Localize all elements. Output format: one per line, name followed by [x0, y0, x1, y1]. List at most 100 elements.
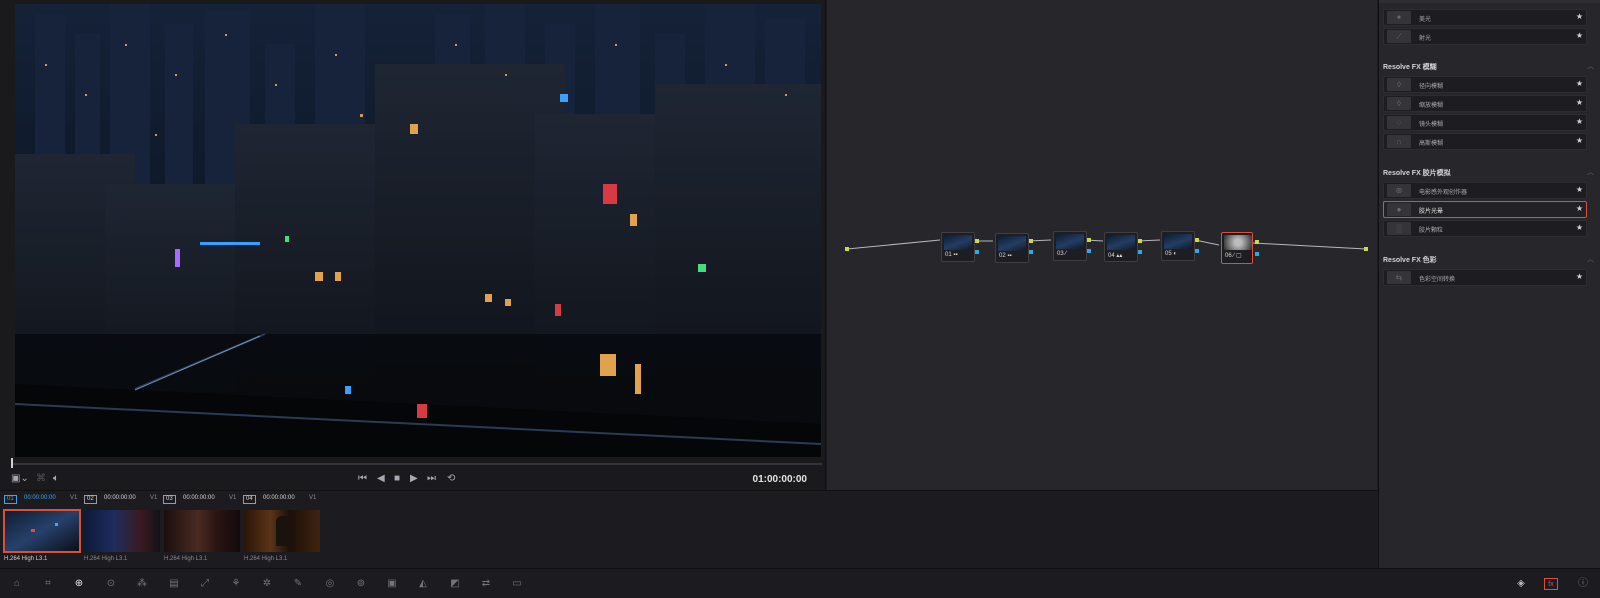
- node-rgb-out-port[interactable]: [1087, 238, 1091, 242]
- stop-icon[interactable]: ■: [394, 474, 400, 484]
- effects-library-icon[interactable]: ◈: [1514, 578, 1528, 590]
- fx-item[interactable]: ⟋ 射光 ★: [1383, 28, 1587, 45]
- favorite-star-icon[interactable]: ★: [1576, 12, 1583, 21]
- eyedropper-icon[interactable]: ✎: [291, 578, 305, 590]
- color-wheels-icon[interactable]: ⊕: [72, 578, 86, 590]
- clip-image: [164, 510, 240, 552]
- clip-codec: H.264 High L3.1: [164, 556, 208, 562]
- clip-image-light: [31, 529, 35, 532]
- collapse-chevron-icon[interactable]: ︿: [1587, 254, 1594, 264]
- play-icon[interactable]: ▶︎: [410, 474, 418, 484]
- graph-input-port[interactable]: [845, 247, 849, 251]
- node-rgb-out-port[interactable]: [1195, 238, 1199, 242]
- window-icon[interactable]: ◎: [323, 578, 337, 590]
- favorite-star-icon[interactable]: ★: [1576, 31, 1583, 40]
- node-key-out-port[interactable]: [1255, 252, 1259, 256]
- viewer-mode-icon[interactable]: ▣⌄: [11, 474, 29, 484]
- clip-track: V1: [229, 495, 237, 501]
- favorite-star-icon[interactable]: ★: [1576, 136, 1583, 145]
- tracker-icon[interactable]: ⊚: [354, 578, 368, 590]
- clip-thumbnail[interactable]: [83, 509, 161, 553]
- fx-item[interactable]: ✦ 美光 ★: [1383, 9, 1587, 26]
- favorite-star-icon[interactable]: ★: [1576, 79, 1583, 88]
- favorite-star-icon[interactable]: ★: [1576, 185, 1583, 194]
- fx-item-selected[interactable]: ● 胶片光晕 ★: [1383, 201, 1587, 218]
- favorite-star-icon[interactable]: ★: [1576, 117, 1583, 126]
- fx-item[interactable]: ⇆ 色彩空间转换 ★: [1383, 269, 1587, 286]
- node-key-out-port[interactable]: [975, 250, 979, 254]
- color-match-icon[interactable]: ⌗: [41, 578, 55, 590]
- node-rgb-out-port[interactable]: [1255, 240, 1259, 244]
- node-rgb-out-port[interactable]: [1138, 239, 1142, 243]
- fx-item[interactable]: ◊ 缩放模糊 ★: [1383, 95, 1587, 112]
- clip-number: 02: [84, 495, 97, 504]
- viewer-image[interactable]: [15, 4, 821, 457]
- fx-item[interactable]: ⊛ 电影感外观创作器 ★: [1383, 182, 1587, 199]
- clip-image: [5, 511, 79, 551]
- node-03[interactable]: 03 ⁄: [1053, 231, 1087, 261]
- go-to-start-icon[interactable]: ⏮︎: [358, 474, 367, 484]
- info-icon[interactable]: ⓘ: [1576, 578, 1590, 590]
- go-to-end-icon[interactable]: ⏭︎: [427, 474, 436, 484]
- clip-track: V1: [70, 495, 78, 501]
- fx-item-label: 缩放模糊: [1419, 103, 1444, 109]
- fx-section-title[interactable]: Resolve FX 模糊: [1383, 62, 1437, 72]
- qualifier-icon[interactable]: ✲: [260, 578, 274, 590]
- playhead[interactable]: [11, 458, 13, 468]
- node-thumbnail: [1056, 234, 1084, 249]
- node-02[interactable]: 02 ▪▪: [995, 233, 1029, 263]
- 3d-icon[interactable]: ▭: [510, 578, 524, 590]
- node-rgb-out-port[interactable]: [1029, 239, 1033, 243]
- fx-item-label: 径向模糊: [1419, 84, 1444, 90]
- favorite-star-icon[interactable]: ★: [1576, 272, 1583, 281]
- fx-item[interactable]: ░ 胶片颗粒 ★: [1383, 220, 1587, 237]
- rgb-mixer-icon[interactable]: ⁂: [135, 578, 149, 590]
- node-key-out-port[interactable]: [1138, 250, 1142, 254]
- collapse-chevron-icon[interactable]: ︿: [1587, 61, 1594, 71]
- node-rgb-out-port[interactable]: [975, 239, 979, 243]
- motion-effects-icon[interactable]: ▤: [167, 578, 181, 590]
- effects-toggle-icon[interactable]: fx: [1544, 578, 1558, 590]
- hdr-wheels-icon[interactable]: ⊙: [104, 578, 118, 590]
- node-01[interactable]: 01 ▪▪: [941, 232, 975, 262]
- sizing-icon[interactable]: ⇄: [479, 578, 493, 590]
- graph-output-port[interactable]: [1364, 247, 1368, 251]
- clip-number: 04: [243, 495, 256, 504]
- volume-icon[interactable]: 🔈︎: [53, 474, 59, 484]
- timeline-scrubber[interactable]: [12, 463, 822, 465]
- node-thumbnail: [1224, 235, 1252, 250]
- link-icon[interactable]: ⌘: [36, 474, 46, 484]
- node-thumbnail: [944, 235, 972, 250]
- node-key-out-port[interactable]: [1195, 249, 1199, 253]
- node-thumbnail: [1107, 235, 1135, 250]
- node-06-selected[interactable]: 06 ⁄ ▢: [1221, 232, 1253, 264]
- favorite-star-icon[interactable]: ★: [1576, 98, 1583, 107]
- node-graph[interactable]: 01 ▪▪ 02 ▪▪ 03 ⁄ 04 ▴▴ 05 ◐ 06 ⁄ ▢: [827, 0, 1377, 490]
- favorite-star-icon[interactable]: ★: [1576, 204, 1583, 213]
- fx-item[interactable]: ◊ 径向模糊 ★: [1383, 76, 1587, 93]
- magic-mask-icon[interactable]: ▣: [385, 578, 399, 590]
- loop-icon[interactable]: ⟲: [447, 474, 455, 484]
- clip-number: 01: [4, 495, 17, 504]
- node-key-out-port[interactable]: [1029, 250, 1033, 254]
- node-key-out-port[interactable]: [1087, 249, 1091, 253]
- fx-section-title[interactable]: Resolve FX 胶片模拟: [1383, 168, 1451, 178]
- collapse-chevron-icon[interactable]: ︿: [1587, 167, 1594, 177]
- grain-icon: ░: [1387, 222, 1411, 235]
- color-warper-icon[interactable]: ⚘: [229, 578, 243, 590]
- clip-codec: H.264 High L3.1: [4, 556, 48, 562]
- node-05[interactable]: 05 ◐: [1161, 231, 1195, 261]
- fx-item[interactable]: ◌ 镜头模糊 ★: [1383, 114, 1587, 131]
- favorite-star-icon[interactable]: ★: [1576, 223, 1583, 232]
- blur-icon[interactable]: ◭: [416, 578, 430, 590]
- fx-item[interactable]: ∩ 高斯模糊 ★: [1383, 133, 1587, 150]
- fx-section-title[interactable]: Resolve FX 色彩: [1383, 255, 1437, 265]
- key-icon[interactable]: ◩: [448, 578, 462, 590]
- clip-thumbnail[interactable]: [243, 509, 321, 553]
- clip-thumbnail[interactable]: [163, 509, 241, 553]
- play-reverse-icon[interactable]: ◀︎: [377, 474, 385, 484]
- clip-thumbnail[interactable]: [3, 509, 81, 553]
- camera-raw-icon[interactable]: ⌂: [10, 578, 24, 590]
- node-04[interactable]: 04 ▴▴: [1104, 232, 1138, 262]
- curves-icon[interactable]: ⤢: [198, 578, 212, 590]
